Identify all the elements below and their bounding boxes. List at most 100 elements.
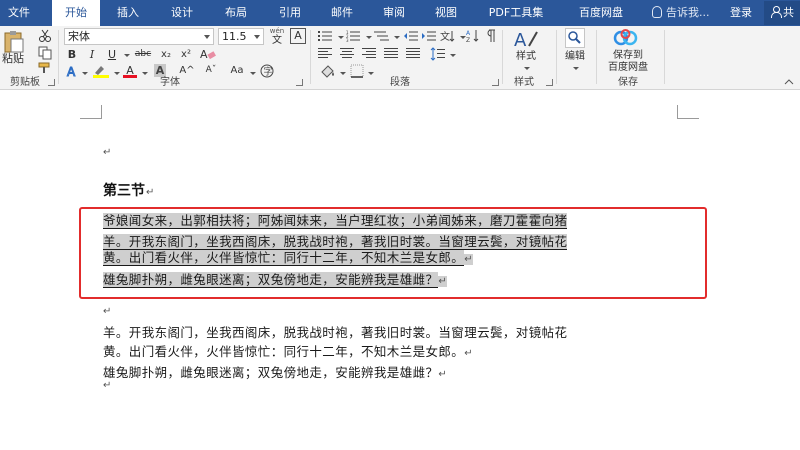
share-button[interactable]: 共: [764, 1, 800, 25]
chinese-layout-icon[interactable]: 文: [440, 29, 456, 43]
login-button[interactable]: 登录: [730, 0, 752, 26]
find-icon[interactable]: [565, 28, 585, 48]
paste-button[interactable]: 粘贴: [0, 50, 26, 67]
clipboard-launcher-icon[interactable]: [48, 79, 55, 86]
italic-button[interactable]: I: [84, 46, 100, 63]
enclose-characters-icon[interactable]: 字: [260, 64, 274, 78]
justify-icon[interactable]: [384, 48, 398, 60]
shading-icon[interactable]: [320, 64, 336, 78]
tab-review[interactable]: 审阅: [370, 0, 418, 26]
paragraph-mark: ↵: [103, 147, 112, 158]
editing-button[interactable]: 编辑: [558, 51, 592, 75]
bullets-icon[interactable]: [318, 30, 334, 42]
chevron-down-icon[interactable]: [114, 72, 120, 75]
underline-button[interactable]: U: [104, 46, 120, 63]
group-divider: [502, 30, 503, 84]
bold-button[interactable]: B: [64, 46, 80, 63]
paragraph-mark: ↵: [103, 306, 112, 317]
margin-corner-mark: [677, 105, 699, 119]
line-spacing-icon[interactable]: [430, 47, 446, 61]
svg-text:3: 3: [346, 38, 349, 42]
chevron-down-icon[interactable]: [394, 36, 400, 39]
increase-indent-icon[interactable]: [422, 30, 436, 42]
body-text-line[interactable]: 羊。开我东阁门，坐我西阁床，脱我战时袍，著我旧时裳。当窗理云鬓，对镜帖花: [103, 324, 567, 342]
chevron-down-icon: [524, 67, 530, 70]
chevron-down-icon[interactable]: [366, 36, 372, 39]
chevron-down-icon[interactable]: [338, 36, 344, 39]
section-heading[interactable]: 第三节↵: [103, 180, 154, 200]
decrease-indent-icon[interactable]: [404, 30, 418, 42]
font-group-label: 字体: [160, 77, 180, 88]
svg-text:A: A: [200, 48, 208, 61]
subscript-button[interactable]: x₂: [158, 46, 174, 63]
tab-home[interactable]: 开始: [52, 0, 100, 26]
tab-layout[interactable]: 布局: [212, 0, 260, 26]
chevron-down-icon[interactable]: [368, 72, 374, 75]
cut-icon[interactable]: [38, 29, 52, 43]
phonetic-guide-button[interactable]: wén 文: [266, 27, 288, 46]
align-left-icon[interactable]: [318, 48, 332, 60]
tell-me-box[interactable]: 告诉我...: [652, 0, 710, 26]
font-size-combo[interactable]: 11.5: [218, 28, 264, 45]
tab-insert[interactable]: 插入: [104, 0, 152, 26]
styles-button[interactable]: 样式: [506, 51, 546, 75]
tab-design[interactable]: 设计: [158, 0, 206, 26]
body-text-line[interactable]: 雄兔脚扑朔，雌兔眼迷离；双兔傍地走，安能辨我是雄雌？↵: [103, 364, 447, 382]
chevron-down-icon[interactable]: [82, 72, 88, 75]
tell-me-text: 告诉我...: [666, 6, 710, 19]
paragraph-mark: ↵: [103, 380, 112, 391]
align-right-icon[interactable]: [362, 48, 376, 60]
svg-text:A: A: [67, 65, 76, 78]
character-border-button[interactable]: A: [290, 28, 306, 44]
editing-button-label: 编辑: [565, 51, 585, 62]
tab-pdf-tools[interactable]: PDF工具集: [478, 0, 554, 26]
save-group-label: 保存: [618, 77, 638, 88]
chevron-down-icon[interactable]: [142, 72, 148, 75]
chevron-down-icon[interactable]: [250, 72, 256, 75]
share-label: 共: [783, 6, 794, 19]
superscript-button[interactable]: x²: [178, 46, 194, 63]
chevron-down-icon[interactable]: [340, 72, 346, 75]
baidu-cloud-icon[interactable]: [612, 28, 640, 48]
chevron-down-icon: [254, 35, 260, 39]
tab-file[interactable]: 文件: [2, 0, 36, 26]
group-divider: [310, 30, 311, 84]
section-heading-text: 第三节: [103, 183, 145, 199]
body-text-line[interactable]: 黄。出门看火伴，火伴皆惊忙：同行十二年，不知木兰是女郎。↵: [103, 343, 473, 361]
font-name-combo[interactable]: 宋体: [64, 28, 214, 45]
numbering-icon[interactable]: 1 2 3: [346, 30, 362, 42]
save-to-baidu-button[interactable]: 保存到 百度网盘: [600, 50, 656, 74]
chevron-down-icon[interactable]: [124, 54, 130, 57]
copy-icon[interactable]: [38, 46, 52, 60]
collapse-ribbon-icon[interactable]: [784, 78, 794, 86]
clear-formatting-icon[interactable]: A: [200, 47, 216, 61]
format-painter-icon[interactable]: [38, 62, 52, 74]
paragraph-launcher-icon[interactable]: [492, 79, 499, 86]
character-border-letter: A: [294, 29, 302, 42]
tab-references[interactable]: 引用: [266, 0, 314, 26]
chevron-down-icon[interactable]: [450, 54, 456, 57]
svg-text:Z: Z: [466, 37, 470, 43]
multilevel-list-icon[interactable]: [374, 30, 390, 42]
styles-group-label: 样式: [514, 77, 534, 88]
font-launcher-icon[interactable]: [296, 79, 303, 86]
styles-launcher-icon[interactable]: [546, 79, 553, 86]
margin-corner-mark: [80, 105, 102, 119]
sort-icon[interactable]: AZ: [466, 29, 480, 43]
distributed-icon[interactable]: [406, 48, 420, 60]
align-center-icon[interactable]: [340, 48, 354, 60]
tab-baidu-netdisk[interactable]: 百度网盘: [566, 0, 636, 26]
strikethrough-button[interactable]: abc: [132, 46, 154, 63]
styles-icon[interactable]: A: [513, 28, 539, 50]
body-text: 羊。开我东阁门，坐我西阁床，脱我战时袍，著我旧时裳。当窗理云鬓，对镜帖花: [103, 325, 568, 340]
body-text: 雄兔脚扑朔，雌兔眼迷离；双兔傍地走，安能辨我是雄雌？: [103, 365, 439, 380]
tab-mailings[interactable]: 邮件: [318, 0, 366, 26]
svg-text:文: 文: [440, 30, 450, 43]
styles-button-label: 样式: [516, 51, 536, 62]
text-effects-icon[interactable]: A: [66, 65, 80, 78]
tab-view[interactable]: 视图: [422, 0, 470, 26]
chevron-down-icon: [573, 67, 579, 70]
paste-label: 粘贴: [2, 52, 24, 65]
document-page[interactable]: ↵ 第三节↵ 爷娘闻女来，出郭相扶将；阿姊闻妹来，当户理红妆；小弟闻姊来，磨刀霍…: [0, 91, 800, 450]
show-marks-icon[interactable]: [484, 29, 496, 43]
